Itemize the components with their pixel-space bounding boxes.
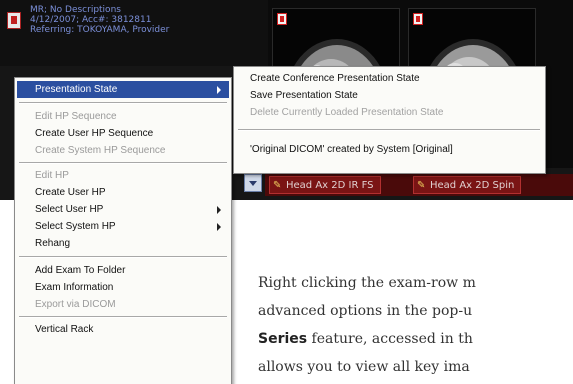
exam-date-accession: 4/12/2007; Acc#: 3812811: [30, 15, 152, 25]
exam-row[interactable]: MR; No Descriptions 4/12/2007; Acc#: 381…: [0, 0, 268, 66]
key-image-marker-icon: [277, 13, 287, 25]
menu-item-label: Exam Information: [35, 282, 114, 293]
menu-item-label: Presentation State: [35, 84, 118, 95]
series-tab-label: Head Ax 2D Spin: [430, 180, 515, 191]
body-text-fragment: feature, accessed in th: [307, 331, 473, 347]
menu-item-label: Create System HP Sequence: [35, 145, 166, 156]
pencil-icon: ✎: [273, 180, 282, 191]
menu-item-label: Select System HP: [35, 221, 116, 232]
menu-separator: [19, 162, 227, 164]
body-text-line: allows you to view all key ima: [258, 359, 470, 375]
submenu-item-label: Delete Currently Loaded Presentation Sta…: [250, 107, 444, 118]
submenu-arrow-icon: [217, 86, 221, 94]
submenu-item-save-presentation-state[interactable]: Save Presentation State: [236, 87, 542, 104]
submenu-item-label: 'Original DICOM' created by System [Orig…: [250, 144, 453, 155]
body-text-emphasis: Series: [258, 331, 308, 347]
menu-item-exam-information[interactable]: Exam Information: [17, 279, 229, 296]
series-tab-label: Head Ax 2D IR FS: [286, 180, 374, 191]
menu-separator: [19, 102, 227, 104]
menu-item-label: Create User HP Sequence: [35, 128, 154, 139]
body-text-line: Right clicking the exam-row m: [258, 275, 476, 291]
submenu-arrow-icon: [217, 206, 221, 214]
menu-item-label: Vertical Rack: [35, 324, 94, 335]
exam-referring: Referring: TOKOYAMA, Provider: [30, 25, 170, 35]
flag-icon[interactable]: [7, 12, 21, 29]
menu-separator: [19, 256, 227, 258]
series-tab[interactable]: ✎ Head Ax 2D Spin: [413, 176, 522, 194]
submenu-item-original-dicom[interactable]: 'Original DICOM' created by System [Orig…: [236, 141, 542, 158]
menu-item-create-user-hp[interactable]: Create User HP: [17, 184, 229, 201]
menu-item-label: Edit HP: [35, 170, 69, 181]
exam-description: MR; No Descriptions: [30, 5, 121, 15]
submenu-item-label: Save Presentation State: [250, 90, 358, 101]
key-image-marker-icon: [413, 13, 423, 25]
body-text-line: Series feature, accessed in th: [258, 325, 573, 353]
pencil-icon: ✎: [417, 180, 426, 191]
menu-item-edit-hp-sequence[interactable]: Edit HP Sequence: [17, 108, 229, 125]
menu-item-label: Edit HP Sequence: [35, 111, 117, 122]
menu-item-select-system-hp[interactable]: Select System HP: [17, 218, 229, 235]
menu-item-vertical-rack[interactable]: Vertical Rack: [17, 321, 229, 338]
submenu-item-create-conference-presentation-state[interactable]: Create Conference Presentation State: [236, 70, 542, 87]
menu-item-label: Select User HP: [35, 204, 104, 215]
submenu-item-label: Create Conference Presentation State: [250, 73, 420, 84]
menu-item-export-via-dicom[interactable]: Export via DICOM: [17, 296, 229, 313]
menu-item-select-user-hp[interactable]: Select User HP: [17, 201, 229, 218]
series-tab[interactable]: ✎ Head Ax 2D IR FS: [269, 176, 381, 194]
submenu-item-delete-presentation-state[interactable]: Delete Currently Loaded Presentation Sta…: [236, 104, 542, 121]
menu-item-label: Add Exam To Folder: [35, 265, 126, 276]
body-text: Right clicking the exam-row m advanced o…: [258, 269, 573, 381]
series-dropdown-button[interactable]: [244, 174, 262, 192]
menu-item-create-user-hp-sequence[interactable]: Create User HP Sequence: [17, 125, 229, 142]
menu-item-label: Export via DICOM: [35, 299, 116, 310]
presentation-state-submenu: Create Conference Presentation State Sav…: [233, 66, 546, 174]
series-tab-bar: ✎ Head Ax 2D IR FS ✎ Head Ax 2D Spin: [265, 174, 573, 196]
menu-separator: [238, 129, 540, 131]
menu-item-label: Create User HP: [35, 187, 106, 198]
menu-item-rehang[interactable]: Rehang: [17, 235, 229, 252]
menu-separator: [19, 316, 227, 318]
menu-item-add-exam-to-folder[interactable]: Add Exam To Folder: [17, 262, 229, 279]
exam-context-menu: Presentation State Edit HP Sequence Crea…: [14, 77, 232, 384]
menu-item-presentation-state[interactable]: Presentation State: [17, 81, 229, 98]
menu-item-edit-hp[interactable]: Edit HP: [17, 167, 229, 184]
exam-info: MR; No Descriptions 4/12/2007; Acc#: 381…: [30, 5, 169, 35]
submenu-arrow-icon: [217, 223, 221, 231]
body-text-line: advanced options in the pop-u: [258, 303, 473, 319]
menu-item-label: Rehang: [35, 238, 71, 249]
menu-item-create-system-hp-sequence[interactable]: Create System HP Sequence: [17, 142, 229, 159]
